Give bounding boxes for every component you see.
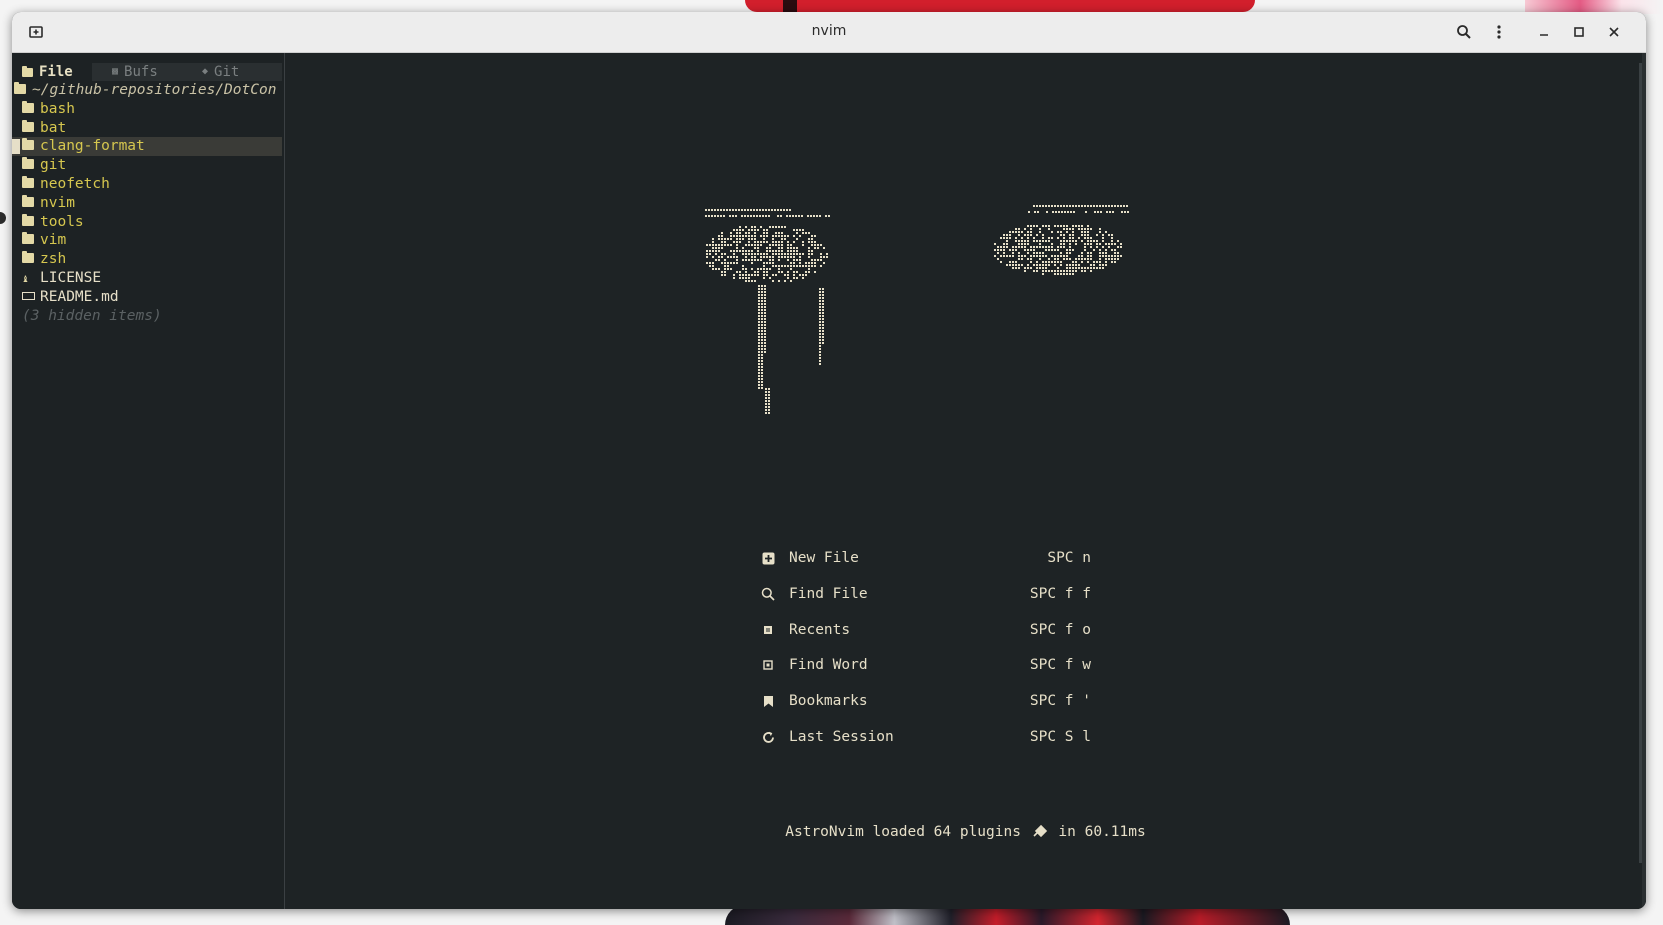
dashboard-item-shortcut: SPC S l [1029,729,1091,745]
tree-item-clang-format[interactable]: clang-format [12,137,282,157]
dashboard: New File SPC n Find File SPC f f Recents SPC … [285,53,1646,909]
minimize-button[interactable] [1532,20,1556,44]
dashboard-item-bookmarks[interactable]: Bookmarks SPC f ' [761,691,1091,711]
tree-item-tools[interactable]: tools [12,213,282,232]
terminal-window: nvim File ▩ Bufs ◆ Git ~/github-reposito… [12,12,1646,909]
folder-icon [22,119,34,132]
close-button[interactable] [1602,20,1626,44]
tab-file[interactable]: File [12,63,92,81]
folder-icon [22,213,34,226]
tree-item-label: zsh [40,251,67,268]
recents-icon [761,623,775,637]
dashboard-item-shortcut: SPC f f [1029,585,1091,602]
refresh-icon [761,730,775,744]
search-button[interactable] [1452,20,1476,44]
wallpaper-fragment [783,0,797,12]
folder-icon [22,65,33,77]
footer-suffix: in 60.11ms [1058,824,1146,840]
tree-item-label: vim [40,232,67,249]
tree-item-label: nvim [40,194,75,211]
dashboard-item-label: New File [789,550,859,566]
tree-item-git[interactable]: git [12,156,282,175]
tree-item-readme[interactable]: README.md [12,288,282,307]
tab-bufs[interactable]: ▩ Bufs [92,63,180,81]
hidden-items-note: (3 hidden items) [22,307,162,324]
dashboard-item-label: Find File [789,585,868,602]
tab-git-label: Git [214,64,240,80]
close-icon [1609,27,1619,37]
folder-icon [22,194,34,207]
dashboard-item-new-file[interactable]: New File SPC n [761,548,1091,568]
folder-icon [22,138,34,151]
tree-root[interactable]: ~/github-repositories/DotCon [12,81,282,100]
folder-icon [22,251,34,264]
maximize-icon [1574,27,1584,37]
title-bar: nvim [12,12,1646,53]
tree-item-zsh[interactable]: zsh [12,250,282,269]
folder-icon [22,157,34,170]
search-icon [761,587,775,601]
find-word-icon [761,658,775,672]
kebab-menu-icon [1497,25,1501,39]
dashboard-item-find-word[interactable]: Find Word SPC f w [761,655,1091,675]
tree-item-label: bat [40,119,67,136]
bookmark-icon [761,694,775,708]
cursor [12,139,20,155]
dashboard-item-label: Last Session [789,729,894,745]
tree-item-label: git [40,157,67,174]
wallpaper-fragment [745,0,1255,12]
buffers-icon: ▩ [112,66,119,77]
tree-root-path: ~/github-repositories/DotCon [32,82,277,98]
dashboard-item-label: Recents [789,621,851,638]
maximize-button[interactable] [1567,20,1591,44]
folder-icon [22,232,34,245]
window-title: nvim [811,23,847,39]
tree-item-license[interactable]: ♝ LICENSE [12,269,282,288]
tree-item-neofetch[interactable]: neofetch [12,175,282,194]
tree-item-bat[interactable]: bat [12,119,282,138]
tree-item-label: neofetch [40,175,110,192]
dashboard-item-shortcut: SPC f o [1029,621,1091,638]
dashboard-item-recents[interactable]: Recents SPC f o [761,620,1091,640]
dashboard-item-find-file[interactable]: Find File SPC f f [761,584,1091,604]
ascii-art-logo [705,205,1129,414]
wallpaper-fragment [0,212,6,224]
license-icon: ♝ [22,271,29,285]
git-icon: ◆ [202,66,209,77]
file-tree: ~/github-repositories/DotCon bash bat cl… [12,81,282,325]
tab-bufs-label: Bufs [124,64,158,80]
tree-item-label: LICENSE [40,269,102,286]
explorer-tabs: File ▩ Bufs ◆ Git [12,63,282,81]
folder-icon [22,100,34,113]
file-explorer-panel: File ▩ Bufs ◆ Git ~/github-repositories/… [12,53,285,909]
minimize-icon [1540,34,1548,36]
new-file-icon [761,551,775,565]
dashboard-item-shortcut: SPC f w [1029,657,1091,674]
tab-file-label: File [39,64,73,80]
startup-footer: AstroNvim loaded 64 plugins in 60.11ms [285,824,1646,840]
open-folder-icon [14,82,26,94]
folder-icon [22,175,34,188]
tree-item-label: tools [40,213,84,230]
plug-icon [1033,824,1047,838]
dashboard-item-shortcut: SPC f ' [1029,693,1091,710]
tree-item-label: clang-format [40,138,145,155]
footer-prefix: AstroNvim loaded 64 plugins [785,824,1021,840]
tree-item-nvim[interactable]: nvim [12,194,282,213]
dashboard-item-last-session[interactable]: Last Session SPC S l [761,727,1091,747]
tree-item-label: README.md [40,288,119,305]
tree-item-label: bash [40,100,75,117]
search-icon [1457,25,1471,39]
dashboard-item-shortcut: SPC n [1047,550,1091,566]
menu-button[interactable] [1487,20,1511,44]
markdown-icon [22,291,35,300]
tree-item-bash[interactable]: bash [12,100,282,119]
tab-git[interactable]: ◆ Git [180,63,276,81]
tree-item-vim[interactable]: vim [12,231,282,250]
dashboard-item-label: Bookmarks [789,693,868,710]
dashboard-item-label: Find Word [789,657,868,674]
